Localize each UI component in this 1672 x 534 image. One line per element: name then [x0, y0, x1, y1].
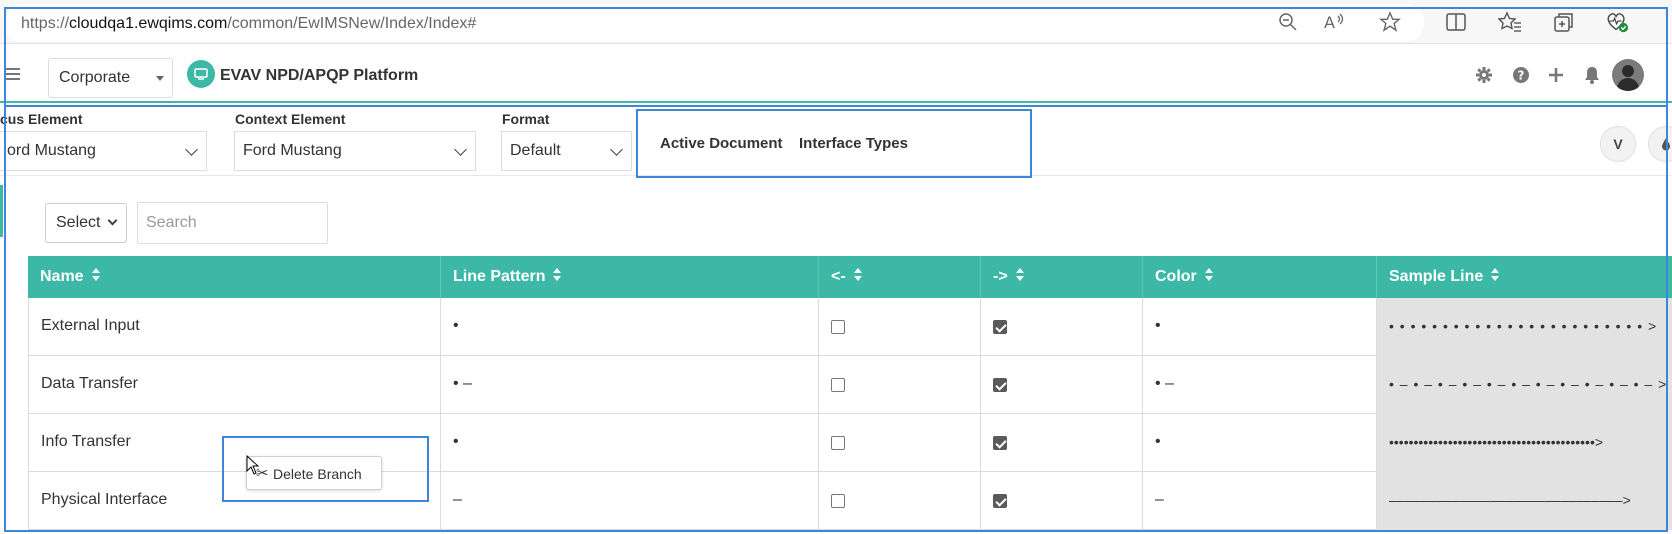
search-input[interactable]: Search	[137, 202, 328, 244]
chevron-down-icon	[610, 143, 623, 156]
cell-sample-line: • • • • • • • • • • • • • • • • • • • • …	[1377, 298, 1672, 356]
table-header: Name Line Pattern <- -> Color Sample Lin…	[28, 256, 1672, 298]
sort-icon[interactable]	[1491, 267, 1500, 282]
url-text[interactable]: https://cloudqa1.ewqims.com/common/EwIMS…	[21, 15, 476, 33]
platform-title[interactable]: EVAV NPD/APQP Platform	[220, 67, 418, 85]
column-header-name[interactable]: Name	[28, 256, 441, 298]
read-aloud-icon[interactable]: A	[1322, 10, 1346, 34]
cell-sample-line: • – • – • – • – • – • – • – • – • – • – …	[1377, 356, 1672, 414]
cell-left-arrow	[819, 414, 981, 472]
gear-icon[interactable]	[1474, 65, 1494, 85]
plus-icon[interactable]	[1546, 65, 1566, 85]
app-header: Corporate EVAV NPD/APQP Platform ?	[0, 45, 1672, 103]
cell-name: External Input	[28, 298, 441, 356]
filter-select-value: Select	[56, 214, 101, 231]
column-header-left-arrow[interactable]: <-	[819, 256, 981, 298]
cell-color: –	[1143, 472, 1377, 530]
chevron-down-icon	[454, 143, 467, 156]
context-element-label: Context Element	[235, 111, 346, 127]
format-label: Format	[502, 111, 550, 127]
cell-right-arrow	[981, 298, 1143, 356]
cell-color: • –	[1143, 356, 1377, 414]
cell-line-pattern: –	[441, 472, 819, 530]
cell-right-arrow	[981, 414, 1143, 472]
sort-icon[interactable]	[853, 267, 862, 282]
v-button-label: V	[1613, 136, 1623, 152]
bell-icon[interactable]	[1582, 65, 1602, 85]
table-row[interactable]: External Input • • • • • • • • • • • • •…	[28, 298, 1672, 356]
focus-element-select[interactable]: ord Mustang	[0, 131, 207, 171]
sort-icon[interactable]	[1015, 267, 1024, 282]
browser-essentials-icon[interactable]	[1605, 10, 1629, 34]
column-header-sample-line[interactable]: Sample Line	[1377, 256, 1672, 298]
caret-down-icon	[156, 76, 164, 81]
column-header-color[interactable]: Color	[1143, 256, 1377, 298]
cell-left-arrow	[819, 356, 981, 414]
svg-text:A: A	[1324, 13, 1335, 32]
cell-line-pattern: •	[441, 298, 819, 356]
tab-active-document[interactable]: Active Document	[660, 135, 783, 152]
format-select[interactable]: Default	[501, 131, 632, 171]
zoom-out-icon[interactable]	[1276, 10, 1300, 34]
right-arrow-checkbox[interactable]	[993, 436, 1007, 450]
cell-color: •	[1143, 414, 1377, 472]
left-arrow-checkbox[interactable]	[831, 378, 845, 392]
collections-icon[interactable]	[1552, 10, 1576, 34]
cell-right-arrow	[981, 472, 1143, 530]
split-screen-icon[interactable]	[1444, 10, 1468, 34]
cell-left-arrow	[819, 298, 981, 356]
cell-right-arrow	[981, 356, 1143, 414]
menu-icon[interactable]	[0, 65, 22, 83]
filter-select[interactable]: Select	[45, 203, 127, 243]
v-button[interactable]: V	[1600, 126, 1636, 162]
cell-sample-line: ••••••••••••••••••••••••••••••••••••••••…	[1377, 414, 1672, 472]
context-element-select[interactable]: Ford Mustang	[234, 131, 476, 171]
cell-color: •	[1143, 298, 1377, 356]
address-bar[interactable]: https://cloudqa1.ewqims.com/common/EwIMS…	[4, 4, 1424, 42]
focus-element-label: cus Element	[0, 111, 83, 127]
left-arrow-checkbox[interactable]	[831, 320, 845, 334]
mouse-cursor-icon	[246, 455, 260, 475]
chevron-down-icon	[185, 143, 198, 156]
sort-icon[interactable]	[1204, 267, 1213, 282]
column-header-line-pattern[interactable]: Line Pattern	[441, 256, 819, 298]
interface-types-table: Name Line Pattern <- -> Color Sample Lin…	[28, 256, 1672, 534]
cell-name: Data Transfer	[28, 356, 441, 414]
table-row[interactable]: Data Transfer • – • – • – • – • – • – • …	[28, 356, 1672, 414]
right-arrow-checkbox[interactable]	[993, 320, 1007, 334]
cell-sample-line: ––––––––––––––––––––––––––––––>	[1377, 472, 1672, 530]
org-select[interactable]: Corporate	[48, 58, 173, 98]
context-element-value: Ford Mustang	[243, 142, 342, 159]
focus-element-value: ord Mustang	[7, 142, 96, 159]
delete-branch-label: Delete Branch	[273, 466, 362, 482]
side-accent-bar	[0, 185, 3, 237]
sort-icon[interactable]	[91, 267, 100, 282]
context-menu-delete-branch[interactable]: ✂ Delete Branch	[246, 456, 382, 490]
avatar-icon[interactable]	[1612, 59, 1644, 91]
tab-interface-types[interactable]: Interface Types	[799, 135, 908, 152]
right-arrow-checkbox[interactable]	[993, 378, 1007, 392]
browser-toolbar: https://cloudqa1.ewqims.com/common/EwIMS…	[0, 0, 1672, 44]
search-placeholder: Search	[146, 214, 197, 231]
sort-icon[interactable]	[553, 267, 562, 282]
format-value: Default	[510, 142, 561, 159]
left-arrow-checkbox[interactable]	[831, 494, 845, 508]
cell-line-pattern: •	[441, 414, 819, 472]
context-bar: cus Element ord Mustang Context Element …	[0, 104, 1672, 176]
svg-text:?: ?	[1518, 69, 1525, 83]
drop-icon[interactable]	[1648, 126, 1672, 162]
right-arrow-checkbox[interactable]	[993, 494, 1007, 508]
cell-line-pattern: • –	[441, 356, 819, 414]
favorites-icon[interactable]	[1498, 10, 1522, 34]
left-arrow-checkbox[interactable]	[831, 436, 845, 450]
column-header-right-arrow[interactable]: ->	[981, 256, 1143, 298]
cell-left-arrow	[819, 472, 981, 530]
monitor-icon	[187, 60, 215, 88]
favorite-star-icon[interactable]	[1378, 10, 1402, 34]
help-icon[interactable]: ?	[1511, 65, 1531, 85]
org-select-value: Corporate	[59, 69, 131, 86]
chevron-down-icon	[107, 215, 118, 226]
